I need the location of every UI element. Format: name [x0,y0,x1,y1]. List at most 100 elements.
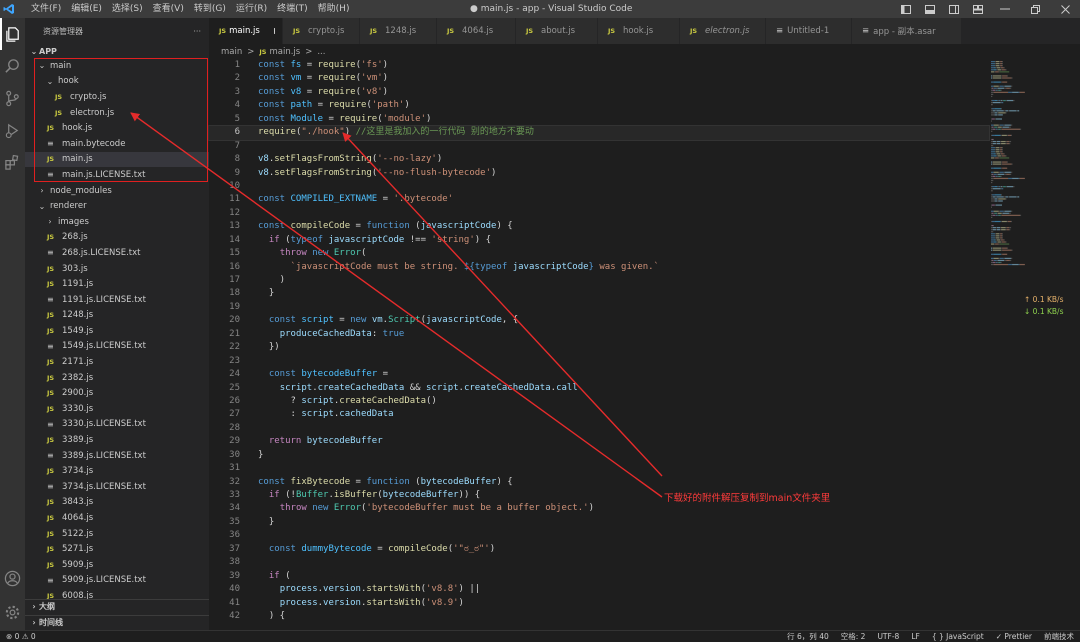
code-line[interactable]: 28 [209,422,989,435]
code-line[interactable]: 37 const dummyBytecode = compileCode('"ಠ… [209,543,989,556]
more-actions-icon[interactable]: ··· [193,27,201,36]
editor-tab[interactable]: JS 1248.js [360,18,437,44]
file-item[interactable]: JS 5909.js [25,557,209,573]
breadcrumb-item[interactable]: ... [317,47,325,57]
workspace-root[interactable]: ⌄ APP [25,44,209,58]
explorer-icon[interactable] [0,18,25,50]
restore-icon[interactable] [1020,0,1050,18]
code-line[interactable]: 21 produceCachedData: true [209,328,989,341]
run-debug-icon[interactable] [0,114,25,146]
layout-sidebar-icon[interactable] [894,0,918,18]
code-line[interactable]: 11 const COMPILED_EXTNAME = '.bytecode' [209,193,989,206]
file-item[interactable]: JS 1248.js [25,308,209,324]
code-line[interactable]: 12 [209,207,989,220]
editor-tab[interactable]: JS hook.js [598,18,680,44]
code-line[interactable]: 4 const path = require('path') [209,99,989,112]
file-item[interactable]: ≡ 3389.js.LICENSE.txt [25,448,209,464]
code-line[interactable]: 3 const v8 = require('v8') [209,86,989,99]
outline-section[interactable]: › 大纲 [25,599,209,613]
breadcrumb-item[interactable]: main.js [269,47,300,57]
code-line[interactable]: 35 } [209,516,989,529]
editor-tab[interactable]: JS 4064.js [437,18,516,44]
search-icon[interactable] [0,50,25,82]
file-item[interactable]: JS 1191.js [25,276,209,292]
minimize-icon[interactable] [990,0,1020,18]
code-line[interactable]: 30} [209,449,989,462]
code-line[interactable]: 17 ) [209,274,989,287]
indentation[interactable]: 空格: 2 [835,631,872,642]
file-item[interactable]: ≡ 1549.js.LICENSE.txt [25,339,209,355]
code-line[interactable]: 26 ? script.createCachedData() [209,395,989,408]
timeline-section[interactable]: › 时间线 [25,615,209,629]
file-item[interactable]: ≡ 3330.js.LICENSE.txt [25,417,209,433]
file-item[interactable]: JS 5271.js [25,541,209,557]
code-line[interactable]: 34 throw new Error('bytecodeBuffer must … [209,502,989,515]
editor-tab[interactable]: JS about.js [516,18,598,44]
menu-item[interactable]: 转到(G) [189,0,231,18]
menu-item[interactable]: 文件(F) [26,0,66,18]
code-line[interactable]: 20 const script = new vm.Script(javascri… [209,314,989,327]
code-line[interactable]: 2 const vm = require('vm') [209,72,989,85]
menu-item[interactable]: 查看(V) [148,0,189,18]
file-item[interactable]: JS 2382.js [25,370,209,386]
code-line[interactable]: 6 require("./hook") //这里是我加入的一行代码 别的地方不要动 [208,125,990,141]
layout-panel-icon[interactable] [918,0,942,18]
file-item[interactable]: ≡ 3734.js.LICENSE.txt [25,479,209,495]
file-item[interactable]: JS 3389.js [25,432,209,448]
code-line[interactable]: 15 throw new Error( [209,247,989,260]
editor-tab[interactable]: JS crypto.js [283,18,360,44]
close-icon[interactable] [1050,0,1080,18]
code-line[interactable]: 14 if (typeof javascriptCode !== 'string… [209,234,989,247]
code-line[interactable]: 42 ) { [209,610,989,623]
code-line[interactable]: 10 [209,180,989,193]
code-line[interactable]: 31 [209,462,989,475]
code-line[interactable]: 38 [209,556,989,569]
code-line[interactable]: 41 process.version.startsWith('v8.9') [209,597,989,610]
breadcrumb-item[interactable]: main [221,47,242,57]
code-line[interactable]: 23 [209,355,989,368]
editor-tab[interactable]: ≡ app - 副本.asar [852,18,962,44]
file-item[interactable]: ≡ 268.js.LICENSE.txt [25,245,209,261]
folder-item[interactable]: › node_modules [25,183,209,199]
file-item[interactable]: ≡ 5909.js.LICENSE.txt [25,573,209,589]
code-line[interactable]: 19 [209,301,989,314]
file-item[interactable]: JS 2171.js [25,354,209,370]
code-line[interactable]: 7 [209,140,989,153]
menu-item[interactable]: 终端(T) [272,0,313,18]
code-line[interactable]: 16 `javascriptCode must be string. ${typ… [209,261,989,274]
settings-gear-icon[interactable] [0,596,25,628]
file-item[interactable]: JS 3734.js [25,463,209,479]
editor-tab[interactable]: JS electron.js [680,18,766,44]
editor-tab[interactable]: JS main.js [209,18,283,44]
code-line[interactable]: 27 : script.cachedData [209,408,989,421]
file-item[interactable]: JS 5122.js [25,526,209,542]
vertical-scrollbar[interactable] [1070,59,1080,630]
file-item[interactable]: JS 4064.js [25,510,209,526]
problems-indicator[interactable]: ⊗ 0 ⚠ 0 [0,632,42,641]
layout-customize-icon[interactable] [966,0,990,18]
file-item[interactable]: JS 303.js [25,261,209,277]
folder-item[interactable]: ⌄ renderer [25,198,209,214]
code-line[interactable]: 29 return bytecodeBuffer [209,435,989,448]
code-line[interactable]: 1 const fs = require('fs') [209,59,989,72]
editor-tab[interactable]: ≡ Untitled-1 [766,18,852,44]
code-line[interactable]: 22 }) [209,341,989,354]
file-item[interactable]: ≡ 1191.js.LICENSE.txt [25,292,209,308]
code-line[interactable]: 8 v8.setFlagsFromString('--no-lazy') [209,153,989,166]
code-line[interactable]: 39 if ( [209,570,989,583]
source-control-icon[interactable] [0,82,25,114]
layout-secondary-icon[interactable] [942,0,966,18]
menu-item[interactable]: 选择(S) [107,0,148,18]
code-line[interactable]: 32 const fixBytecode = function (bytecode… [209,476,989,489]
code-line[interactable]: 40 process.version.startsWith('v8.8') || [209,583,989,596]
code-line[interactable]: 33 if (!Buffer.isBuffer(bytecodeBuffer))… [209,489,989,502]
encoding[interactable]: UTF-8 [871,632,905,641]
language-mode[interactable]: { } JavaScript [926,632,990,641]
code-line[interactable]: 18 } [209,287,989,300]
code-line[interactable]: 36 [209,529,989,542]
file-item[interactable]: JS 1549.js [25,323,209,339]
code-line[interactable]: 24 const bytecodeBuffer = [209,368,989,381]
menu-item[interactable]: 编辑(E) [66,0,107,18]
end-of-line[interactable]: LF [905,632,926,641]
file-item[interactable]: JS 3330.js [25,401,209,417]
